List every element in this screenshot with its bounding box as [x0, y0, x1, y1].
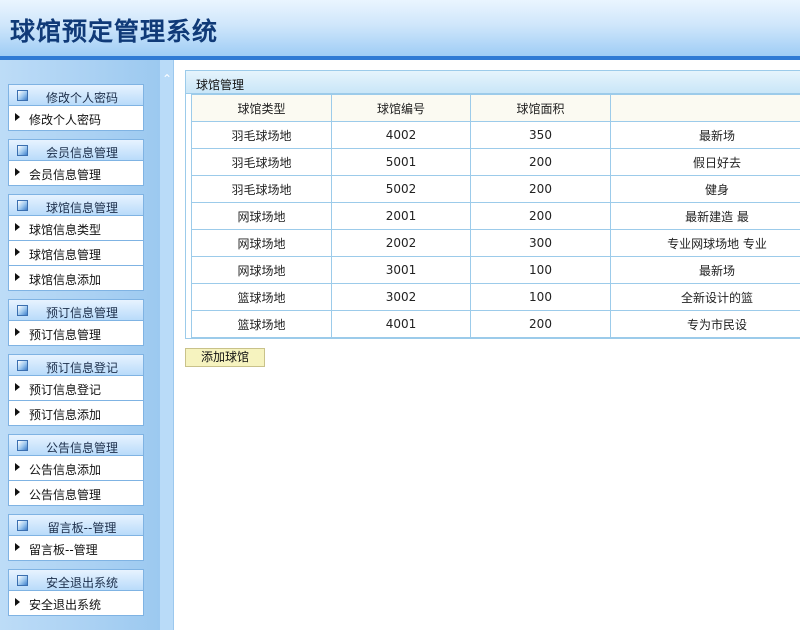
sidebar-item-booking-register[interactable]: 预订信息登记 [8, 376, 144, 401]
sidebar-item-guestbook-manage[interactable]: 留言板--管理 [8, 536, 144, 561]
table-header-row: 球馆类型 球馆编号 球馆面积 球 [191, 94, 800, 122]
menu-group-booking-register: 预订信息登记 预订信息登记 预订信息添加 [8, 354, 144, 426]
cell-area: 200 [470, 202, 611, 230]
triangle-right-icon [15, 248, 20, 256]
triangle-right-icon [15, 488, 20, 496]
menu-group-header[interactable]: 会员信息管理 [8, 139, 144, 161]
column-header: 球馆面积 [470, 94, 611, 122]
sidebar-splitter[interactable] [160, 60, 174, 630]
cell-area: 100 [470, 256, 611, 284]
cell-desc: 最新场 [610, 256, 800, 284]
cell-type: 羽毛球场地 [191, 148, 332, 176]
menu-group-header[interactable]: 预订信息管理 [8, 299, 144, 321]
sidebar-item-logout[interactable]: 安全退出系统 [8, 591, 144, 616]
triangle-right-icon [15, 543, 20, 551]
cell-type: 羽毛球场地 [191, 175, 332, 203]
cell-area: 200 [470, 148, 611, 176]
cell-id: 3002 [331, 283, 471, 311]
table-row: 羽毛球场地 4002 350 最新场 [191, 121, 800, 149]
cell-id: 2002 [331, 229, 471, 257]
menu-group-header[interactable]: 留言板--管理 [8, 514, 144, 536]
cell-area: 200 [470, 175, 611, 203]
sidebar-item-member-manage[interactable]: 会员信息管理 [8, 161, 144, 186]
venue-table: 球馆类型 球馆编号 球馆面积 球 羽毛球场地 4002 350 最新场 羽毛球场… [191, 94, 800, 338]
triangle-right-icon [15, 408, 20, 416]
sidebar-item-booking-add[interactable]: 预订信息添加 [8, 401, 144, 426]
menu-group-logout: 安全退出系统 安全退出系统 [8, 569, 144, 616]
cell-desc: 专业网球场地 专业 [610, 229, 800, 257]
panel-header: 球馆管理 [185, 70, 800, 94]
cell-id: 3001 [331, 256, 471, 284]
cell-area: 300 [470, 229, 611, 257]
triangle-right-icon [15, 463, 20, 471]
collapse-sidebar-icon[interactable]: ⌃ [162, 73, 172, 85]
sidebar-item-venue-manage[interactable]: 球馆信息管理 [8, 241, 144, 266]
menu-group-guestbook: 留言板--管理 留言板--管理 [8, 514, 144, 561]
menu-group-header[interactable]: 安全退出系统 [8, 569, 144, 591]
table-row: 网球场地 3001 100 最新场 [191, 256, 800, 284]
cell-type: 网球场地 [191, 229, 332, 257]
menu-group-header[interactable]: 球馆信息管理 [8, 194, 144, 216]
menu-group-booking: 预订信息管理 预订信息管理 [8, 299, 144, 346]
cell-desc: 最新建造 最 [610, 202, 800, 230]
cell-id: 2001 [331, 202, 471, 230]
triangle-right-icon [15, 273, 20, 281]
triangle-right-icon [15, 598, 20, 606]
table-row: 篮球场地 4001 200 专为市民设 [191, 310, 800, 338]
table-row: 网球场地 2001 200 最新建造 最 [191, 202, 800, 230]
cell-desc: 专为市民设 [610, 310, 800, 338]
menu-group-venue: 球馆信息管理 球馆信息类型 球馆信息管理 球馆信息添加 [8, 194, 144, 291]
cell-id: 5002 [331, 175, 471, 203]
column-header: 球 [610, 94, 800, 122]
column-header: 球馆类型 [191, 94, 332, 122]
menu-group-notice: 公告信息管理 公告信息添加 公告信息管理 [8, 434, 144, 506]
sidebar-item-venue-add[interactable]: 球馆信息添加 [8, 266, 144, 291]
sidebar-item-venue-type[interactable]: 球馆信息类型 [8, 216, 144, 241]
cell-desc: 健身 [610, 175, 800, 203]
triangle-right-icon [15, 223, 20, 231]
panel-body: 球馆类型 球馆编号 球馆面积 球 羽毛球场地 4002 350 最新场 羽毛球场… [185, 94, 800, 339]
cell-desc: 假日好去 [610, 148, 800, 176]
triangle-right-icon [15, 113, 20, 121]
triangle-right-icon [15, 328, 20, 336]
app-header: 球馆预定管理系统 [0, 0, 800, 56]
cell-type: 篮球场地 [191, 283, 332, 311]
menu-group-member: 会员信息管理 会员信息管理 [8, 139, 144, 186]
cell-id: 4001 [331, 310, 471, 338]
menu-group-password: 修改个人密码 修改个人密码 [8, 84, 144, 131]
menu-group-header[interactable]: 修改个人密码 [8, 84, 144, 106]
panel-title: 球馆管理 [196, 78, 245, 92]
cell-desc: 全新设计的篮 [610, 283, 800, 311]
cell-type: 网球场地 [191, 256, 332, 284]
sidebar-item-booking-manage[interactable]: 预订信息管理 [8, 321, 144, 346]
cell-type: 篮球场地 [191, 310, 332, 338]
menu-group-header[interactable]: 公告信息管理 [8, 434, 144, 456]
cell-id: 5001 [331, 148, 471, 176]
app-title: 球馆预定管理系统 [10, 17, 219, 46]
add-venue-button[interactable]: 添加球馆 [185, 348, 265, 367]
sidebar-item-notice-add[interactable]: 公告信息添加 [8, 456, 144, 481]
triangle-right-icon [15, 383, 20, 391]
cell-id: 4002 [331, 121, 471, 149]
column-header: 球馆编号 [331, 94, 471, 122]
sidebar-item-change-password[interactable]: 修改个人密码 [8, 106, 144, 131]
table-row: 羽毛球场地 5002 200 健身 [191, 175, 800, 203]
cell-type: 羽毛球场地 [191, 121, 332, 149]
sidebar-item-notice-manage[interactable]: 公告信息管理 [8, 481, 144, 506]
cell-area: 350 [470, 121, 611, 149]
menu-group-header[interactable]: 预订信息登记 [8, 354, 144, 376]
triangle-right-icon [15, 168, 20, 176]
cell-desc: 最新场 [610, 121, 800, 149]
table-row: 羽毛球场地 5001 200 假日好去 [191, 148, 800, 176]
table-row: 篮球场地 3002 100 全新设计的篮 [191, 283, 800, 311]
cell-type: 网球场地 [191, 202, 332, 230]
cell-area: 100 [470, 283, 611, 311]
table-row: 网球场地 2002 300 专业网球场地 专业 [191, 229, 800, 257]
cell-area: 200 [470, 310, 611, 338]
